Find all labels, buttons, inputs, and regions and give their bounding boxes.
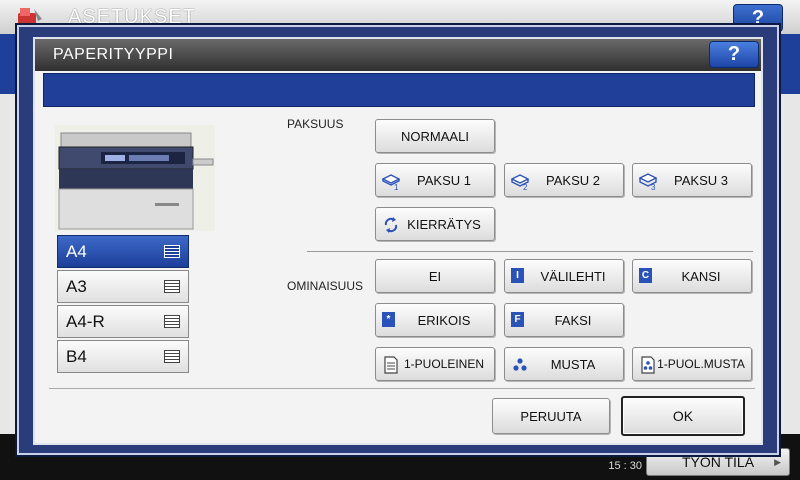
none-label: EI	[428, 268, 442, 284]
cover-icon: C	[639, 268, 657, 286]
thick1-label: PAKSU 1	[417, 172, 471, 188]
cancel-button[interactable]: PERUUTA	[492, 398, 610, 434]
dialog-message-bar	[43, 73, 755, 107]
tab-paper-button[interactable]: I VÄLILEHTI	[504, 259, 624, 293]
paper-type-dialog: PAPERITYYPPI ? A4 A3 A4-R B4 PAKSUUS NORMAA…	[17, 25, 779, 455]
ok-button[interactable]: OK	[621, 396, 745, 436]
dialog-title: PAPERITYYPPI	[53, 46, 174, 63]
paper-size-label: A3	[66, 277, 87, 296]
one-sided-label: 1-PUOLEINEN	[403, 357, 485, 371]
black-button[interactable]: MUSTA	[504, 347, 624, 381]
paper-size-item[interactable]: A3	[57, 270, 189, 303]
dialog-title-bar: PAPERITYYPPI ?	[35, 39, 761, 71]
paper-size-item[interactable]: B4	[57, 340, 189, 373]
one-sided-black-label: 1-PUOL.MUSTA	[657, 357, 745, 371]
thickness-label: PAKSUUS	[287, 117, 344, 131]
fax-icon: F	[511, 312, 529, 330]
thick2-number: 2	[523, 183, 528, 190]
paper-size-label: A4-R	[66, 312, 105, 331]
recycled-label: KIERRÄTYS	[407, 216, 481, 232]
one-sided-button[interactable]: 1-PUOLEINEN	[375, 347, 495, 381]
job-status-label: TYÖN TILA	[681, 454, 755, 470]
cover-label: KANSI	[681, 268, 721, 284]
thick3-number: 3	[651, 183, 656, 190]
one-sided-black-button[interactable]: 1-PUOL.MUSTA	[632, 347, 752, 381]
section-divider	[307, 251, 753, 252]
ok-label: OK	[672, 408, 694, 424]
dialog-body: PAPERITYYPPI ? A4 A3 A4-R B4 PAKSUUS NORMAA…	[33, 37, 763, 445]
thick2-icon: 2	[511, 174, 529, 190]
recycled-button[interactable]: KIERRÄTYS	[375, 207, 495, 241]
none-button[interactable]: EI	[375, 259, 495, 293]
paper-size-label: B4	[66, 347, 87, 366]
fax-button[interactable]: F FAKSI	[504, 303, 624, 337]
recycle-icon	[384, 217, 398, 233]
paper-size-item[interactable]: A4	[57, 235, 189, 268]
paper-size-label: A4	[66, 242, 87, 261]
paper-size-list: A4 A3 A4-R B4	[57, 235, 189, 375]
paper-size-item[interactable]: A4-R	[57, 305, 189, 338]
time-text: 15 : 30	[608, 460, 642, 472]
thick3-label: PAKSU 3	[674, 172, 728, 188]
special-label: ERIKOIS	[417, 312, 471, 328]
special-icon: *	[382, 312, 400, 330]
single-page-icon	[384, 356, 398, 374]
thick1-icon: 1	[382, 174, 400, 190]
single-page-dots-icon	[641, 356, 655, 374]
paper-stack-icon	[164, 350, 180, 363]
thick1-number: 1	[394, 183, 399, 190]
thick3-button[interactable]: 3 PAKSU 3	[632, 163, 752, 197]
dialog-help-button[interactable]: ?	[709, 41, 759, 68]
normal-label: NORMAALI	[401, 128, 469, 144]
dots-icon	[513, 358, 527, 371]
attribute-label: OMINAISUUS	[287, 279, 364, 293]
footer-divider	[49, 388, 755, 389]
normal-button[interactable]: NORMAALI	[375, 119, 495, 153]
paper-stack-icon	[164, 245, 180, 258]
fax-label: FAKSI	[554, 312, 592, 328]
thick3-icon: 3	[639, 173, 657, 190]
thick1-button[interactable]: 1 PAKSU 1	[375, 163, 495, 197]
thick2-label: PAKSU 2	[546, 172, 600, 188]
cancel-label: PERUUTA	[520, 408, 582, 424]
printer-illustration	[55, 125, 215, 231]
special-button[interactable]: * ERIKOIS	[375, 303, 495, 337]
cover-button[interactable]: C KANSI	[632, 259, 752, 293]
tab-paper-icon: I	[511, 268, 529, 286]
paper-stack-icon	[164, 280, 180, 293]
black-label: MUSTA	[550, 356, 596, 372]
paper-stack-icon	[164, 315, 180, 328]
thick2-button[interactable]: 2 PAKSU 2	[504, 163, 624, 197]
tab-paper-label: VÄLILEHTI	[540, 268, 606, 284]
